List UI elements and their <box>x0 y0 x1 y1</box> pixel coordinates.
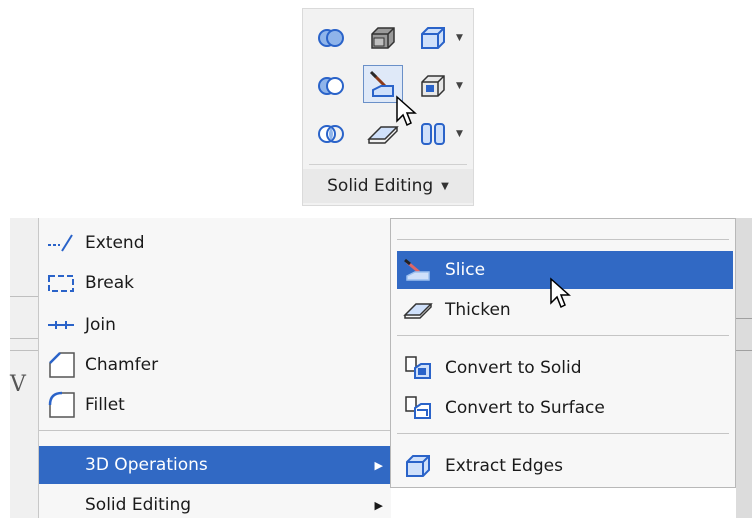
submenu-item-thicken[interactable]: Thicken <box>397 291 733 329</box>
extrude-faces-button[interactable] <box>363 19 403 57</box>
menu-separator <box>39 430 391 431</box>
intersect-button[interactable] <box>311 115 351 153</box>
imprint-button[interactable] <box>413 67 453 105</box>
chevron-down-icon[interactable]: ▼ <box>456 129 463 139</box>
menu-item-label: Fillet <box>85 395 125 415</box>
ribbon-divider <box>309 164 467 165</box>
join-icon <box>43 310 79 340</box>
menu-item-chamfer[interactable]: Chamfer <box>39 346 391 384</box>
background-window-right <box>736 218 752 518</box>
menu-item-label: Solid Editing <box>85 495 192 515</box>
menu-item-3d-operations[interactable]: 3D Operations ▶ <box>39 446 391 484</box>
menu-separator <box>397 433 729 434</box>
submenu-item-label: Extract Edges <box>445 456 563 476</box>
ribbon-panel-solid-editing: ▼ ▼ ▼ Solid Editing ▼ <box>302 8 474 206</box>
convert-to-solid-icon <box>401 353 435 383</box>
intersect-icon <box>318 125 344 143</box>
slice-icon <box>369 70 394 97</box>
extend-icon <box>43 228 79 258</box>
thicken-button[interactable] <box>363 115 403 153</box>
chevron-down-icon[interactable]: ▼ <box>456 81 463 91</box>
submenu-item-label: Thicken <box>445 300 511 320</box>
extract-edges-icon <box>401 451 435 481</box>
union-button[interactable] <box>311 19 351 57</box>
background-window-left <box>10 218 38 518</box>
fillet-icon <box>43 390 79 420</box>
menu-item-break[interactable]: Break <box>39 264 391 302</box>
convert-to-surface-icon <box>401 393 435 423</box>
chamfer-icon <box>43 350 79 380</box>
menu-separator <box>397 335 729 336</box>
submenu-item-label: Slice <box>445 260 486 280</box>
menu-item-label: Chamfer <box>85 355 159 375</box>
chevron-down-icon[interactable]: ▼ <box>456 33 463 43</box>
submenu-item-slice[interactable]: Slice <box>397 251 733 289</box>
submenu-item-label: Convert to Solid <box>445 358 582 378</box>
subtract-icon <box>318 77 344 95</box>
menu-item-extend[interactable]: Extend <box>39 224 391 262</box>
separate-button[interactable] <box>413 19 453 57</box>
break-icon <box>43 268 79 298</box>
menu-item-label: Join <box>85 315 116 335</box>
menu-separator <box>397 239 729 240</box>
thicken-icon <box>367 126 399 144</box>
menu-item-label: Break <box>85 273 134 293</box>
menu-item-join[interactable]: Join <box>39 306 391 344</box>
ribbon-panel-title[interactable]: Solid Editing ▼ <box>303 169 473 203</box>
menu-item-label: 3D Operations <box>85 455 208 475</box>
submenu-arrow-icon: ▶ <box>374 498 383 512</box>
chevron-down-icon: ▼ <box>441 180 449 192</box>
menu-item-solid-editing[interactable]: Solid Editing ▶ <box>39 486 391 524</box>
shell-icon <box>421 123 445 145</box>
menu-item-label: Extend <box>85 233 145 253</box>
menu-item-fillet[interactable]: Fillet <box>39 386 391 424</box>
3d-operations-submenu: Slice Thicken Convert to Solid Convert t… <box>390 218 736 488</box>
imprint-icon <box>421 75 445 97</box>
ribbon-panel-title-text: Solid Editing <box>327 176 434 196</box>
submenu-arrow-icon: ▶ <box>374 458 383 472</box>
submenu-item-convert-to-solid[interactable]: Convert to Solid <box>397 349 733 387</box>
submenu-item-convert-to-surface[interactable]: Convert to Surface <box>397 389 733 427</box>
background-glyph: V <box>10 372 26 397</box>
union-icon <box>318 29 344 47</box>
shell-button[interactable] <box>413 115 453 153</box>
separate-icon <box>421 27 445 49</box>
extrude-faces-icon <box>371 27 395 49</box>
thicken-icon <box>401 295 435 325</box>
subtract-button[interactable] <box>311 67 351 105</box>
slice-icon <box>401 255 435 285</box>
submenu-item-extract-edges[interactable]: Extract Edges <box>397 447 733 485</box>
submenu-item-label: Convert to Surface <box>445 398 605 418</box>
modify-menu: Extend Break Join Chamfer Fillet 3D Oper… <box>38 218 391 518</box>
slice-button[interactable] <box>363 65 403 103</box>
